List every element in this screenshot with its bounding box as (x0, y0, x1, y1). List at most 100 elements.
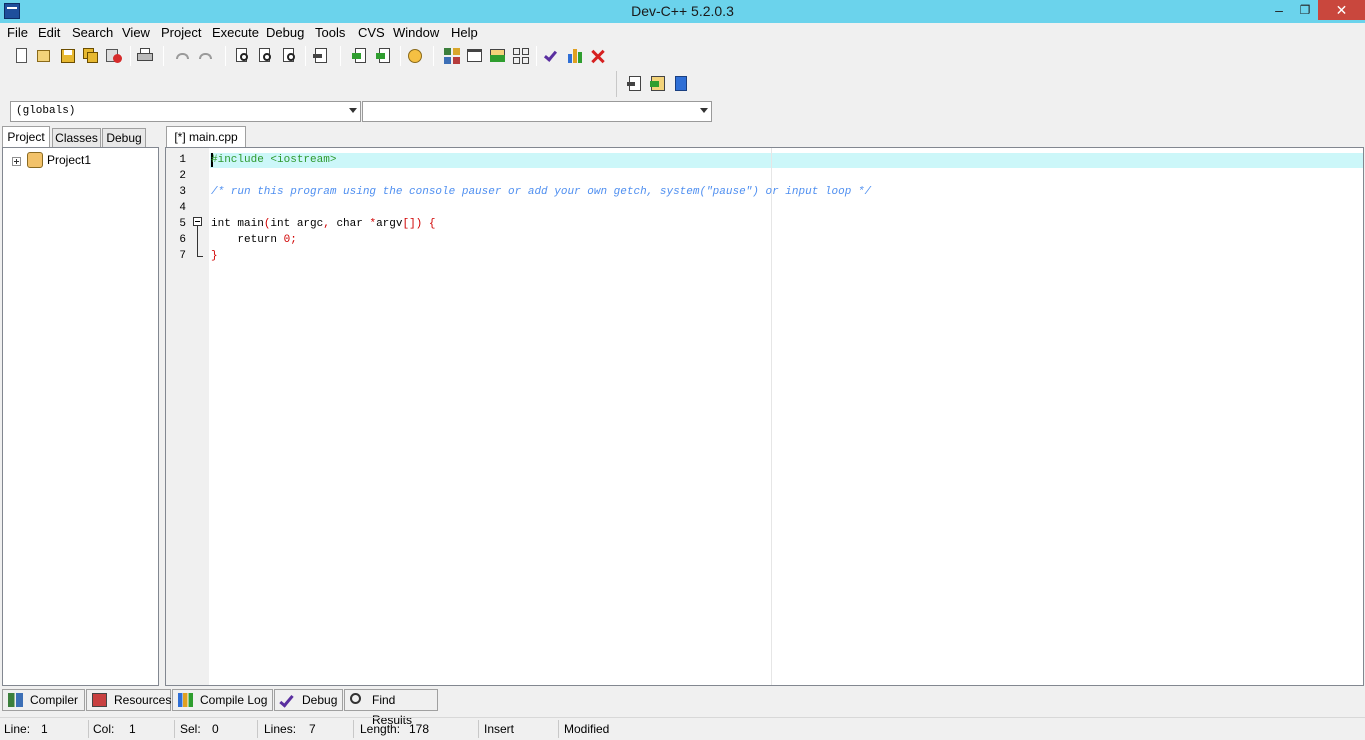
code-token: argv (376, 218, 403, 230)
code-editor[interactable]: 1 2 3 4 5 6 7 #include <iostream> /* run… (165, 147, 1364, 686)
status-bar: Line: 1 Col: 1 Sel: 0 Lines: 7 Length: 1… (0, 717, 1365, 739)
fold-line (197, 226, 198, 257)
goto-line-icon[interactable] (311, 46, 331, 66)
status-modified: Modified (564, 722, 610, 736)
tab-compile-log[interactable]: Compile Log (172, 689, 273, 711)
save-all-icon[interactable] (81, 46, 101, 66)
editor-tabs: [*] main.cpp (164, 126, 1364, 148)
menu-project[interactable]: Project (159, 23, 203, 43)
menu-file[interactable]: File (5, 23, 30, 43)
bar-chart-icon (178, 693, 193, 707)
undo-icon[interactable] (173, 46, 193, 66)
print-icon[interactable] (135, 46, 155, 66)
window-icon[interactable] (465, 46, 485, 66)
code-line-7: } (211, 250, 218, 262)
save-icon[interactable] (58, 46, 78, 66)
remove-from-project-icon[interactable] (374, 46, 394, 66)
grid-icon[interactable] (511, 46, 531, 66)
code-line-6: return 0; (211, 232, 297, 248)
status-sel-value: 0 (212, 722, 219, 736)
menu-execute[interactable]: Execute (210, 23, 261, 43)
fold-end (197, 256, 203, 257)
menu-debug[interactable]: Debug (264, 23, 306, 43)
close-file-icon[interactable] (104, 46, 124, 66)
left-panel-tabs: Project Classes Debug (2, 126, 160, 148)
code-token: int main (211, 218, 264, 230)
menu-bar: File Edit Search View Project Execute De… (0, 23, 1365, 43)
code-token: int argc (270, 218, 324, 230)
line-number: 6 (179, 234, 186, 246)
menu-search[interactable]: Search (70, 23, 115, 43)
fold-collapse-icon[interactable] (193, 217, 202, 226)
tree-item-project[interactable]: Project1 (47, 152, 91, 168)
class-toolbar (616, 71, 696, 97)
right-margin-line (771, 148, 772, 685)
status-length-value: 178 (409, 722, 430, 736)
status-col-label: Col: (93, 722, 115, 736)
menu-window[interactable]: Window (391, 23, 441, 43)
menu-view[interactable]: View (120, 23, 152, 43)
cascade-icon[interactable] (488, 46, 508, 66)
tab-classes[interactable]: Classes (52, 128, 101, 148)
status-col-value: 1 (129, 722, 136, 736)
status-lines-value: 7 (309, 722, 316, 736)
goto-bookmark-icon[interactable] (671, 74, 691, 94)
find-next-icon[interactable] (280, 46, 300, 66)
find-icon[interactable] (233, 46, 253, 66)
insert-icon[interactable] (625, 74, 645, 94)
add-to-project-icon[interactable] (350, 46, 370, 66)
code-token: ; (290, 234, 297, 246)
tab-project[interactable]: Project (2, 126, 50, 148)
code-line-1: #include <iostream> (211, 154, 337, 166)
status-lines-label: Lines: (264, 722, 297, 736)
line-number: 3 (179, 186, 186, 198)
open-file-icon[interactable] (34, 46, 54, 66)
line-number: 1 (179, 154, 186, 166)
tile-icon[interactable] (442, 46, 462, 66)
project-options-icon[interactable] (405, 46, 425, 66)
close-button[interactable]: ✕ (1318, 0, 1365, 20)
tab-label: Compile Log (200, 693, 268, 707)
output-tabs: Compiler Resources Compile Log Debug Fin… (0, 689, 1365, 727)
tab-label: Debug (302, 693, 338, 707)
chevron-down-icon (700, 108, 708, 113)
main-toolbar (0, 43, 1365, 69)
scope-select-value: (globals) (16, 105, 76, 117)
member-select[interactable] (362, 101, 712, 122)
menu-edit[interactable]: Edit (36, 23, 62, 43)
profile-chart-icon[interactable] (565, 46, 585, 66)
chevron-down-icon (349, 108, 357, 113)
menu-help[interactable]: Help (449, 23, 480, 43)
current-line-highlight (210, 153, 1363, 168)
tab-debug[interactable]: Debug (102, 128, 146, 148)
status-sel-label: Sel: (180, 722, 201, 736)
code-token: return (211, 234, 284, 246)
find-icon (350, 693, 361, 704)
expand-icon[interactable] (12, 157, 21, 166)
tab-debug-output[interactable]: Debug (274, 689, 343, 711)
tab-main-cpp[interactable]: [*] main.cpp (166, 126, 246, 148)
line-number: 2 (179, 170, 186, 182)
new-file-icon[interactable] (12, 46, 32, 66)
check-icon (279, 692, 294, 708)
delete-profile-icon[interactable] (588, 46, 608, 66)
tab-label: Compiler (30, 693, 79, 707)
maximize-button[interactable]: ❐ (1292, 0, 1318, 20)
code-token: char (329, 218, 370, 230)
class-browser-bar: (globals) (0, 98, 1365, 126)
redo-icon[interactable] (196, 46, 216, 66)
project-tree: Project1 (2, 147, 159, 686)
menu-cvs[interactable]: CVS (356, 23, 387, 43)
scope-select[interactable]: (globals) (10, 101, 361, 122)
tab-resources[interactable]: Resources (86, 689, 171, 711)
toggle-bookmark-icon[interactable] (648, 74, 668, 94)
tab-compiler[interactable]: Compiler (2, 689, 85, 711)
menu-tools[interactable]: Tools (313, 23, 347, 43)
replace-icon[interactable] (256, 46, 276, 66)
line-number: 5 (179, 218, 186, 230)
tab-find-results[interactable]: Find Results (344, 689, 438, 727)
check-syntax-icon[interactable] (542, 46, 562, 66)
status-length-label: Length: (360, 722, 401, 736)
code-line-3: /* run this program using the console pa… (211, 186, 872, 198)
minimize-button[interactable]: – (1266, 0, 1292, 20)
